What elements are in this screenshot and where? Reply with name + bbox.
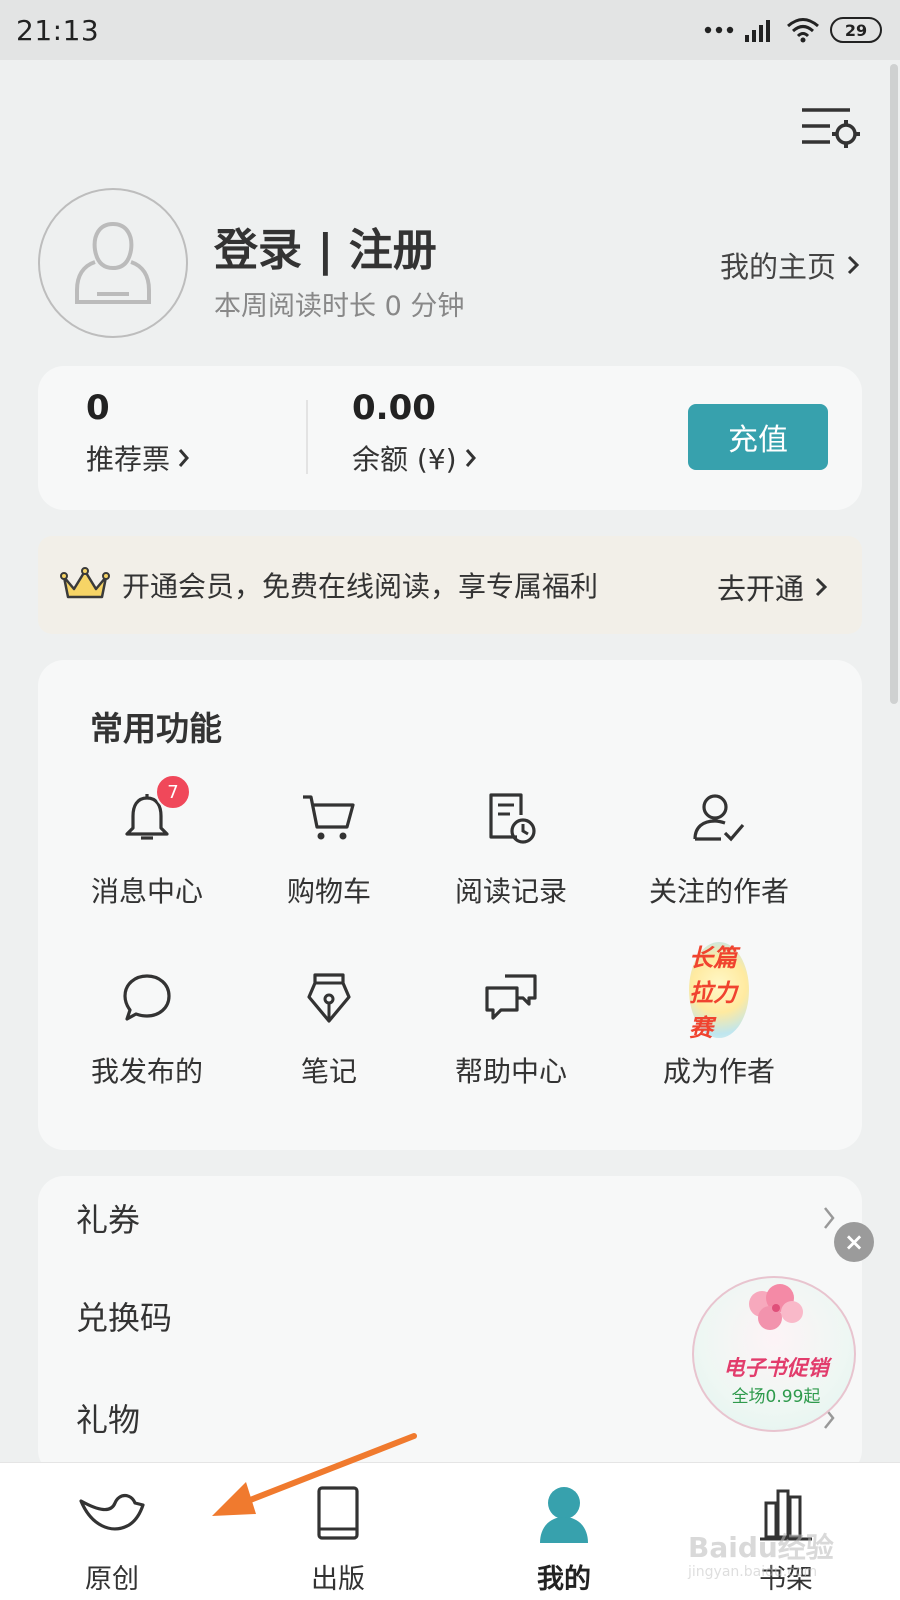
status-bar: 21:13 29 [0, 0, 900, 60]
menu-item-label: 兑换码 [76, 1299, 173, 1337]
crown-icon [60, 567, 110, 599]
become-author-button[interactable]: 长篇拉力赛 成为作者 [634, 942, 804, 1108]
chevron-right-icon [178, 449, 190, 467]
notes-button[interactable]: 笔记 [244, 968, 414, 1108]
battery-icon: 29 [830, 17, 882, 43]
func-label: 笔记 [300, 1055, 357, 1088]
status-time: 21:13 [16, 13, 100, 47]
tab-label: 出版 [311, 1564, 365, 1595]
func-label: 阅读记录 [454, 875, 567, 908]
ebook-promo-badge[interactable]: 电子书促销 全场0.99起 [692, 1276, 856, 1432]
vip-activate-link[interactable]: 去开通 [717, 566, 828, 608]
vip-banner-text: 开通会员，免费在线阅读，享专属福利 [122, 570, 599, 603]
signal-icon [745, 20, 770, 42]
scrollbar[interactable] [890, 64, 898, 704]
person-icon [529, 1483, 599, 1545]
watermark: Baidu经验 jingyan.baidu.com [688, 1526, 858, 1590]
pen-nib-icon [299, 968, 359, 1028]
tab-label: 我的 [537, 1564, 591, 1595]
my-homepage-label: 我的主页 [719, 250, 836, 284]
menu-item-coupons[interactable]: 礼券 [76, 1188, 836, 1248]
common-functions-card: 常用功能 7 消息中心 购物车 阅读记录 关注的作者 我发布的 笔记 帮助中心 … [38, 660, 862, 1150]
common-functions-title: 常用功能 [90, 709, 222, 748]
dots-icon [704, 26, 734, 34]
watermark-brand: Baidu经验 [688, 1531, 834, 1564]
chevron-right-icon [824, 1207, 835, 1229]
wifi-icon [787, 18, 819, 43]
func-label: 我发布的 [90, 1055, 203, 1088]
annotation-arrow [212, 1433, 417, 1516]
weekly-read-time: 本周阅读时长 0 分钟 [214, 291, 465, 322]
reading-history-button[interactable]: 阅读记录 [426, 788, 596, 928]
my-posts-button[interactable]: 我发布的 [62, 968, 232, 1108]
bird-icon [77, 1483, 147, 1545]
menu-item-label: 礼物 [76, 1401, 141, 1439]
watermark-url: jingyan.baidu.com [688, 1564, 818, 1580]
func-label: 购物车 [286, 875, 371, 908]
vip-activate-label: 去开通 [716, 572, 804, 606]
cart-icon [299, 788, 359, 848]
menu-item-label: 礼券 [76, 1201, 141, 1239]
author-badge-text: 长篇拉力赛 [689, 943, 737, 1042]
reading-history-icon [481, 788, 541, 848]
message-center-button[interactable]: 7 消息中心 [62, 774, 232, 928]
bell-icon: 7 [117, 774, 191, 848]
settings-button[interactable] [800, 104, 864, 152]
my-homepage-link[interactable]: 我的主页 [720, 244, 860, 286]
status-icons: 29 [704, 17, 882, 43]
help-chat-icon [481, 968, 541, 1028]
followed-author-icon [689, 788, 749, 848]
vip-banner[interactable]: 开通会员，免费在线阅读，享专属福利 去开通 [38, 536, 862, 634]
func-label: 关注的作者 [648, 875, 789, 908]
blossom-icon [749, 1284, 803, 1330]
chat-bubble-icon [117, 968, 177, 1028]
tickets-label: 推荐票 [86, 443, 171, 476]
chevron-right-icon [465, 449, 476, 467]
author-contest-badge: 长篇拉力赛 [689, 942, 749, 1042]
func-label: 消息中心 [90, 875, 203, 908]
promo-title: 电子书促销 [723, 1356, 829, 1380]
func-label: 成为作者 [662, 1055, 775, 1088]
tab-mine[interactable]: 我的 [494, 1463, 634, 1600]
message-count-badge: 7 [155, 774, 191, 810]
wallet-divider [306, 400, 308, 474]
balance-label: 余额 (¥) [352, 443, 457, 476]
balance-value: 0.00 [352, 388, 436, 428]
default-avatar-icon [75, 221, 151, 304]
wallet-card: 0 推荐票 0.00 余额 (¥) 充值 [38, 366, 862, 510]
chevron-right-icon [847, 255, 860, 275]
close-promo-button[interactable]: × [834, 1222, 874, 1262]
shopping-cart-button[interactable]: 购物车 [244, 788, 414, 928]
login-register-link[interactable]: 登录 | 注册 [214, 214, 437, 278]
tickets-value: 0 [86, 388, 110, 428]
tab-label: 原创 [85, 1564, 139, 1595]
promo-subtitle: 全场0.99起 [731, 1387, 821, 1407]
chevron-right-icon [815, 577, 828, 597]
tickets-link[interactable]: 推荐票 [86, 438, 190, 478]
recharge-button[interactable]: 充值 [688, 404, 828, 470]
avatar[interactable] [38, 188, 188, 338]
help-center-button[interactable]: 帮助中心 [426, 968, 596, 1108]
followed-authors-button[interactable]: 关注的作者 [634, 788, 804, 928]
list-settings-icon [802, 108, 860, 148]
func-label: 帮助中心 [454, 1055, 567, 1088]
balance-link[interactable]: 余额 (¥) [352, 438, 477, 478]
tab-original[interactable]: 原创 [42, 1463, 182, 1600]
